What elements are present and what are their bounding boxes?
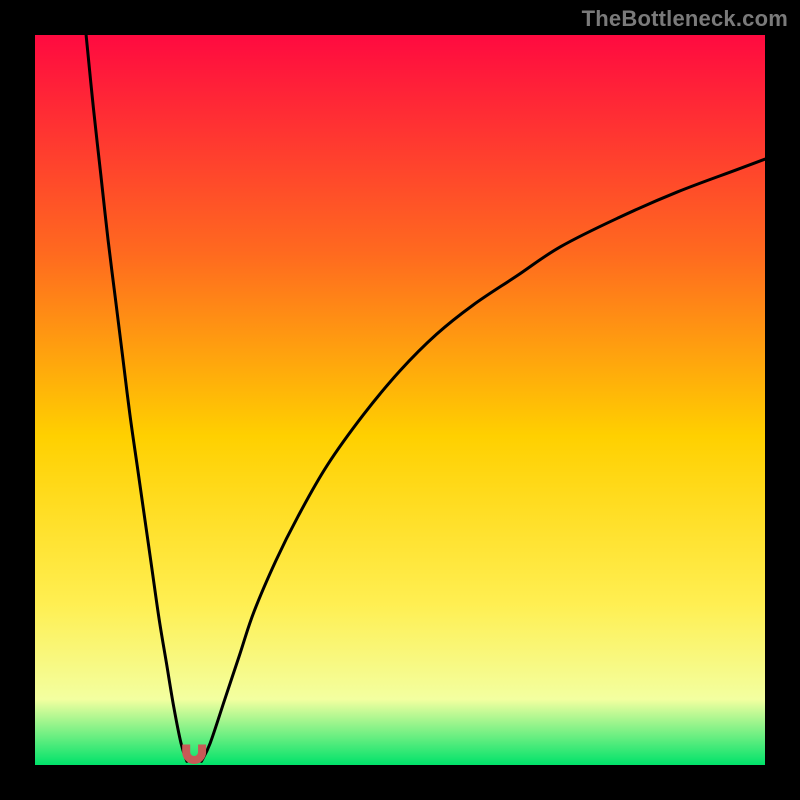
gradient-bg (35, 35, 765, 765)
chart-svg (35, 35, 765, 765)
plot-area (35, 35, 765, 765)
outer-frame: TheBottleneck.com (0, 0, 800, 800)
watermark-text: TheBottleneck.com (582, 6, 788, 32)
